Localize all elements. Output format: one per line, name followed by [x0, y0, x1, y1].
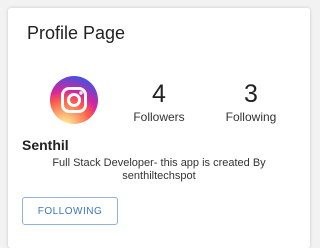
- followers-count: 4: [152, 80, 166, 108]
- bio-line-2: senthiltechspot: [122, 170, 196, 182]
- followers-stat[interactable]: 4 Followers: [119, 80, 199, 124]
- profile-bio: Full Stack Developer- this app is create…: [8, 157, 310, 183]
- page-title: Profile Page: [27, 23, 126, 43]
- instagram-icon: [50, 76, 98, 124]
- followers-label: Followers: [133, 110, 185, 124]
- profile-card: Profile Page 4 Followers 3 Following Sen…: [8, 8, 310, 248]
- following-label: Following: [225, 110, 277, 124]
- profile-name: Senthil: [22, 137, 69, 153]
- following-count: 3: [244, 80, 258, 108]
- bio-line-1: Full Stack Developer- this app is create…: [52, 157, 266, 169]
- following-button[interactable]: FOLLOWING: [22, 197, 118, 225]
- following-stat[interactable]: 3 Following: [211, 80, 291, 124]
